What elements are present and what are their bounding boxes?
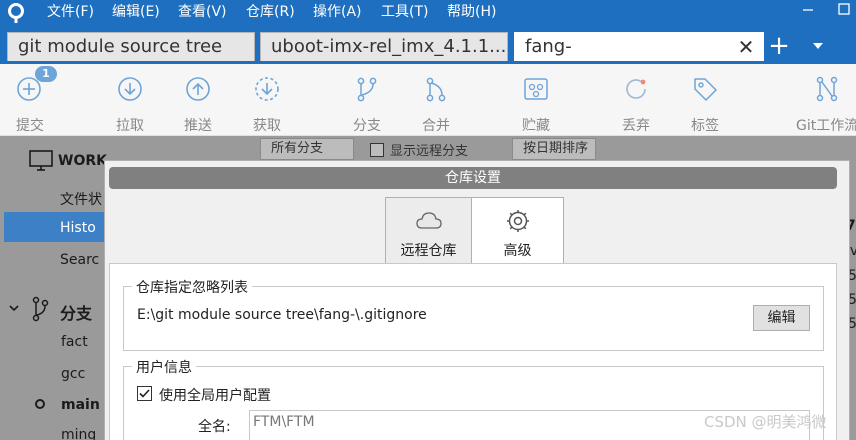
dialog-title: 仓库设置 [109, 167, 837, 189]
pull-label: 拉取 [116, 118, 144, 134]
sidebar-branch-item[interactable]: fact [61, 334, 88, 350]
discard-label: 丢弃 [622, 118, 650, 134]
gitflow-icon [816, 76, 838, 102]
ignore-list-group-title: 仓库指定忽略列表 [132, 277, 252, 297]
minimize-button[interactable] [796, 1, 820, 23]
maximize-button[interactable] [832, 1, 856, 23]
sidebar-item-file-status[interactable]: 文件状 [60, 189, 102, 209]
push-button[interactable]: 推送 [172, 72, 224, 134]
use-global-config-checkbox[interactable] [137, 386, 152, 401]
menu-file[interactable]: 文件(F) [47, 3, 94, 23]
branch-label: 分支 [353, 118, 381, 134]
pull-button[interactable]: 拉取 [104, 72, 156, 134]
fetch-dashed-arrow-icon [255, 77, 279, 101]
commit-label: 提交 [16, 118, 44, 134]
use-global-config-label: 使用全局用户配置 [159, 388, 271, 404]
sidebar-item-history[interactable]: Histo [60, 220, 96, 236]
merge-icon [426, 77, 446, 102]
discard-icon [626, 79, 646, 99]
tab-uboot-imx[interactable]: uboot-imx-rel_imx_4.1.1... [260, 32, 508, 61]
chevron-down-icon[interactable] [8, 302, 20, 314]
menu-repository[interactable]: 仓库(R) [246, 3, 295, 23]
pull-arrow-down-icon [118, 77, 142, 101]
monitor-icon [29, 150, 53, 171]
tab-close-button[interactable]: ✕ [736, 37, 756, 57]
gear-icon [506, 210, 529, 232]
menu-actions[interactable]: 操作(A) [313, 3, 362, 23]
stash-button[interactable]: 贮藏 [510, 72, 562, 134]
sidebar-workspace-heading: WORK [58, 153, 107, 169]
repo-tab-bar: git module source tree uboot-imx-rel_imx… [0, 26, 856, 64]
current-branch-indicator-icon [35, 399, 45, 409]
push-arrow-up-icon [186, 77, 210, 101]
user-info-group-title: 用户信息 [132, 357, 196, 377]
sidebar-branch-item[interactable]: ming [61, 427, 96, 440]
fetch-button[interactable]: 获取 [241, 72, 293, 134]
stash-icon [524, 78, 548, 100]
fullname-label: 全名: [198, 419, 231, 435]
main-toolbar: 提交 1 拉取 推送 获取 分支 合并 贮藏 丢弃 标签 Git工作流 [0, 64, 856, 136]
menu-edit[interactable]: 编辑(E) [112, 3, 160, 23]
show-remote-label: 显示远程分支 [390, 144, 469, 159]
tab-advanced[interactable]: 高级 [471, 197, 564, 265]
discard-button[interactable]: 丢弃 [610, 72, 662, 134]
branch-button[interactable]: 分支 [341, 72, 393, 134]
tag-label: 标签 [691, 118, 719, 134]
menu-tools[interactable]: 工具(T) [381, 3, 428, 23]
menu-bar: 文件(F) 编辑(E) 查看(V) 仓库(R) 操作(A) 工具(T) 帮助(H… [0, 0, 856, 26]
tag-icon [694, 78, 717, 101]
fetch-label: 获取 [253, 118, 281, 134]
sourcetree-logo-icon [8, 3, 24, 23]
sidebar-branches-heading: 分支 [60, 304, 93, 323]
tab-fang[interactable]: fang- [514, 32, 764, 61]
sort-order-select[interactable]: 按日期排序 [512, 138, 596, 160]
gitflow-button[interactable]: Git工作流 [792, 72, 856, 134]
edit-gitignore-button[interactable]: 编辑 [753, 305, 810, 331]
tab-advanced-label: 高级 [503, 243, 532, 259]
sidebar-branch-item-current[interactable]: main [61, 397, 100, 413]
branch-filter-select[interactable]: 所有分支 [260, 138, 354, 160]
maximize-icon [838, 3, 850, 15]
checkmark-icon [139, 389, 150, 398]
merge-label: 合并 [422, 118, 450, 134]
menu-view[interactable]: 查看(V) [178, 3, 227, 23]
watermark: CSDN @明美鸿微 [704, 413, 827, 431]
tab-remotes[interactable]: 远程仓库 [385, 197, 472, 263]
gitflow-label: Git工作流 [796, 118, 856, 134]
gitignore-path: E:\git module source tree\fang-\.gitigno… [137, 307, 427, 323]
branch-icon [357, 77, 377, 102]
cloud-icon [415, 212, 442, 229]
new-tab-button[interactable]: + [766, 33, 792, 60]
chevron-down-icon[interactable] [808, 38, 828, 54]
sidebar-branch-item[interactable]: gcc [61, 366, 85, 382]
menu-help[interactable]: 帮助(H) [447, 3, 496, 23]
tab-remotes-label: 远程仓库 [400, 243, 457, 259]
merge-button[interactable]: 合并 [410, 72, 462, 134]
sidebar-item-search[interactable]: Searc [60, 252, 99, 268]
tag-button[interactable]: 标签 [679, 72, 731, 134]
tab-git-module-source-tree[interactable]: git module source tree [7, 32, 255, 61]
minimize-icon [803, 9, 813, 11]
commit-count-badge: 1 [35, 66, 57, 82]
stash-label: 贮藏 [522, 118, 550, 134]
branch-icon [32, 296, 49, 322]
push-label: 推送 [184, 118, 212, 134]
show-remote-checkbox[interactable] [370, 143, 384, 157]
